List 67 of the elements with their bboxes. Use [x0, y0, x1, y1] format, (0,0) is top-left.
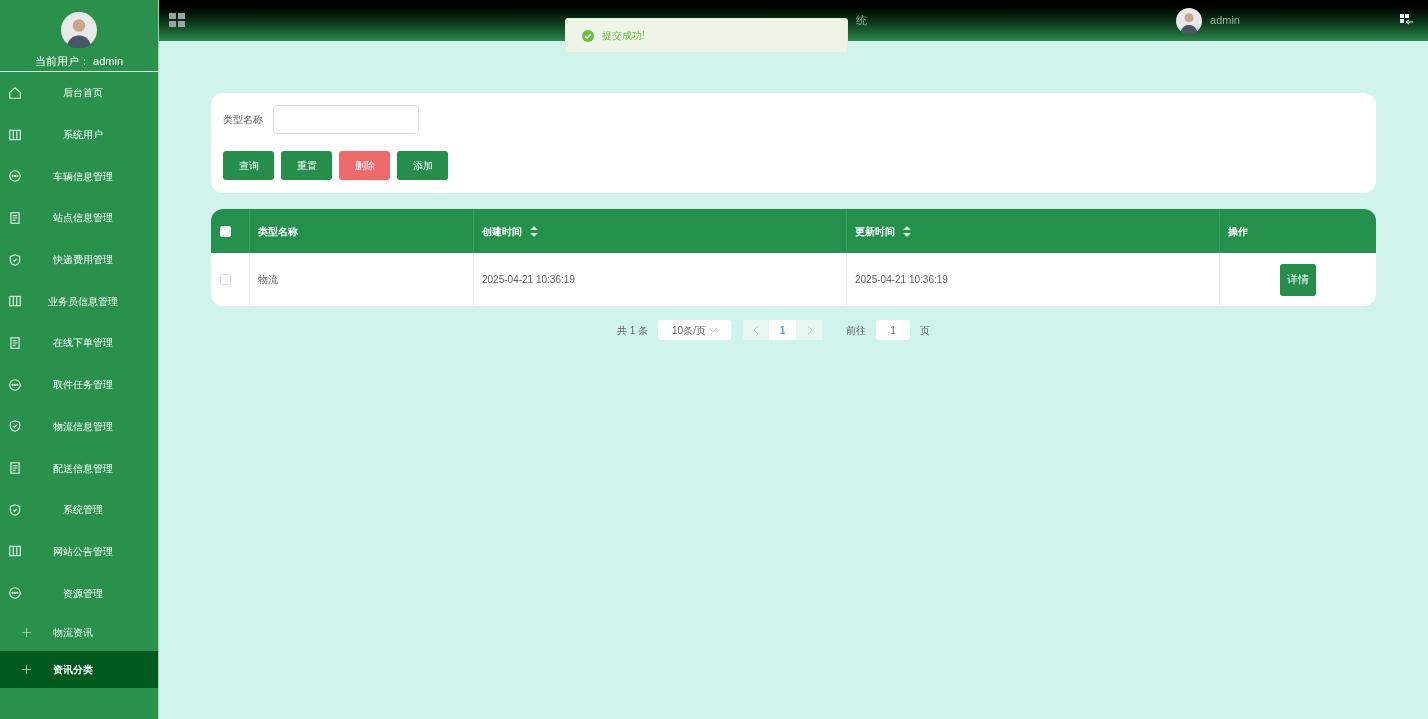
sidebar-item[interactable]: 站点信息管理: [0, 197, 158, 239]
table-cell-text: 2025-04-21 10:36:19: [482, 273, 575, 287]
field-label: 类型名称: [223, 113, 263, 127]
goto-label: 前往: [846, 323, 867, 338]
sidebar-item[interactable]: 资源管理: [0, 572, 158, 614]
goto-suffix: 页: [920, 323, 931, 338]
sidebar-item[interactable]: 快递费用管理: [0, 238, 158, 281]
table-cell-text: 2025-04-21 10:36:19: [855, 273, 948, 287]
chat-bubble-icon: [8, 169, 22, 184]
column-header[interactable]: 创建时间: [473, 209, 846, 253]
sidebar-item[interactable]: 业务员信息管理: [0, 280, 158, 323]
plus-icon: [22, 627, 31, 637]
sidebar-item[interactable]: 配送信息管理: [0, 447, 158, 489]
sidebar-item[interactable]: 车辆信息管理: [0, 155, 158, 198]
action-button[interactable]: 删除: [339, 151, 390, 180]
page-size-select[interactable]: 10条/页: [658, 320, 732, 340]
document-icon: [8, 335, 22, 350]
details-button[interactable]: 详情: [1280, 263, 1316, 296]
document-icon: [8, 210, 22, 225]
sidebar-item[interactable]: 在线下单管理: [0, 322, 158, 364]
fullscreen-icon[interactable]: [1400, 14, 1414, 27]
shield-icon: [8, 252, 22, 267]
username: admin: [1210, 13, 1240, 29]
total-count: 共 1 条: [616, 323, 649, 338]
column-label: 操作: [1228, 224, 1248, 239]
type-name-input[interactable]: [273, 105, 419, 134]
sidebar-item[interactable]: 后台首页: [0, 72, 158, 114]
sort-icon[interactable]: [903, 225, 911, 237]
chevron-left-icon: [753, 326, 759, 334]
action-button[interactable]: 查询: [223, 151, 274, 180]
site-title: 统: [856, 13, 867, 29]
sidebar-item[interactable]: 取件任务管理: [0, 363, 158, 406]
avatar-icon: [61, 12, 97, 48]
chevron-right-icon: [806, 326, 812, 334]
goto-page-input[interactable]: 1: [876, 320, 911, 340]
document-icon: [8, 461, 22, 476]
success-icon: [582, 29, 594, 42]
sort-icon[interactable]: [530, 225, 538, 237]
grid-menu-icon[interactable]: [169, 13, 186, 28]
sidebar-item[interactable]: 网站公告管理: [0, 530, 158, 573]
column-label: 创建时间: [482, 224, 522, 239]
avatar-icon: [1176, 7, 1203, 34]
column-label: 更新时间: [855, 224, 895, 239]
table-cell-text: 物流: [258, 273, 278, 287]
shield-icon: [8, 419, 22, 434]
shield-icon: [8, 502, 22, 517]
action-button[interactable]: 添加: [397, 151, 448, 180]
plus-icon: [22, 664, 31, 674]
action-button[interactable]: 重置: [281, 151, 332, 180]
chat-bubble-icon: [8, 377, 22, 392]
sidebar-item[interactable]: 物流信息管理: [0, 405, 158, 448]
home-icon: [8, 85, 22, 100]
sidebar-subitem[interactable]: 资讯分类: [0, 650, 158, 688]
column-label: 类型名称: [258, 224, 298, 239]
column-header[interactable]: 更新时间: [846, 209, 1219, 253]
columns-icon: [8, 544, 22, 559]
checkbox[interactable]: [220, 274, 231, 285]
columns-icon: [8, 294, 22, 309]
columns-icon: [8, 127, 22, 142]
current-user-label: 当前用户： admin: [35, 54, 123, 69]
sidebar-item[interactable]: 系统用户: [0, 113, 158, 156]
chevron-down-icon: [709, 327, 718, 333]
toast-message: 提交成功!: [602, 29, 645, 43]
page-button[interactable]: 1: [769, 320, 797, 340]
sidebar-item[interactable]: 系统管理: [0, 488, 158, 531]
chat-bubble-icon: [8, 586, 22, 601]
sidebar-subitem[interactable]: 物流资讯: [0, 613, 158, 651]
